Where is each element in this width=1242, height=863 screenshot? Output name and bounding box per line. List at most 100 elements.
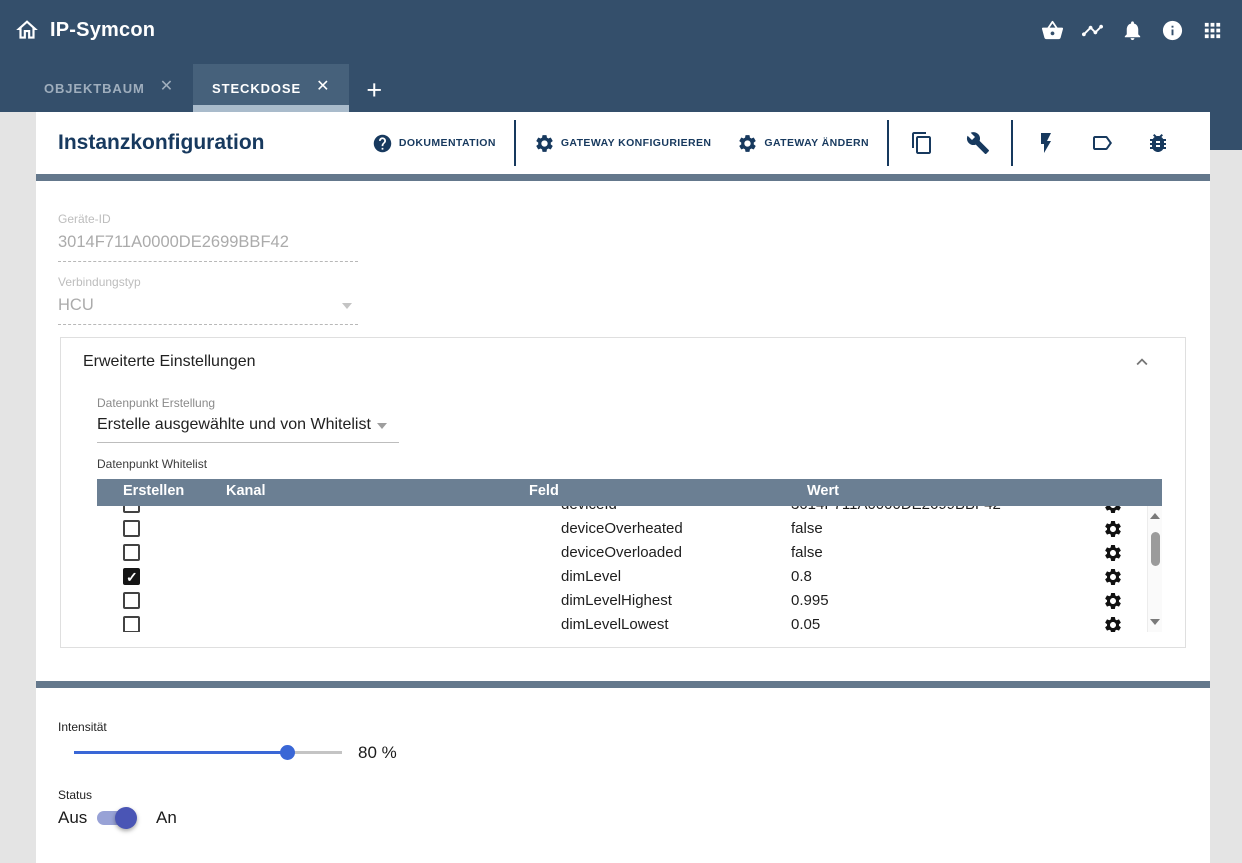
cell-wert: 3014F711A0000DE2699BBF42 [791,506,1001,513]
intensity-slider[interactable] [74,751,342,754]
toolbar-divider [514,120,516,166]
gear-icon[interactable] [1103,519,1123,539]
header-actions [1041,19,1224,42]
add-tab-button[interactable]: + [366,77,382,104]
col-kanal: Kanal [226,483,266,499]
chevron-up-icon[interactable] [1131,351,1153,373]
tab-label: STECKDOSE [212,81,301,96]
status-label: Status [58,788,92,802]
close-icon[interactable]: ✕ [160,79,174,97]
app-title: IP-Symcon [50,19,155,42]
gateway-change-label: GATEWAY ÄNDERN [764,137,869,149]
documentation-label: DOKUMENTATION [399,137,496,149]
app-header: IP-Symcon [0,0,1242,60]
toolbar-divider [1011,120,1013,166]
bug-icon[interactable] [1146,131,1170,155]
wrench-icon[interactable] [966,131,990,155]
close-icon[interactable]: ✕ [316,79,330,97]
documentation-button[interactable]: DOKUMENTATION [359,133,509,154]
connection-type-value: HCU [58,296,358,325]
intensity-value: 80 % [358,743,397,763]
table-body: deviceId 3014F711A0000DE2699BBF42 device… [97,506,1162,632]
cell-feld: deviceOverloaded [561,544,682,561]
main-content: Geräte-ID 3014F711A0000DE2699BBF42 Verbi… [36,181,1210,681]
ip-symcon-console: IP-Symcon OBJEKTBAUM ✕ STECKDOSE ✕ + Ins… [0,0,1242,863]
row-checkbox[interactable] [123,506,140,513]
datapoint-creation-value: Erstelle ausgewählte und von Whitelist [97,416,399,443]
table-row: dimLevelHighest 0.995 [97,589,1162,613]
info-icon[interactable] [1161,19,1184,42]
col-feld: Feld [529,483,559,499]
whitelist-label: Datenpunkt Whitelist [97,457,207,471]
device-id-label: Geräte-ID [58,212,358,226]
table-scrollbar[interactable] [1147,506,1162,632]
gateway-change-button[interactable]: GATEWAY ÄNDERN [724,133,882,154]
connection-type-label: Verbindungstyp [58,275,358,289]
cell-wert: false [791,520,823,537]
col-wert: Wert [807,483,839,499]
cell-wert: false [791,544,823,561]
cell-wert: 0.995 [791,592,829,609]
notifications-icon[interactable] [1121,19,1144,42]
panel-title: Erweiterte Einstellungen [83,353,256,371]
cell-feld: deviceId [561,506,617,513]
connection-type-field[interactable]: Verbindungstyp HCU [58,275,358,325]
tab-objektbaum[interactable]: OBJEKTBAUM ✕ [25,64,193,112]
scroll-down-icon[interactable] [1150,619,1160,625]
apps-grid-icon[interactable] [1201,19,1224,42]
cell-feld: dimLevelLowest [561,616,669,632]
toolbar-divider [887,120,889,166]
gear-icon [534,133,555,154]
scrollbar-thumb[interactable] [1151,532,1160,566]
whitelist-table: Erstellen Kanal Feld Wert deviceId 3014F… [97,479,1162,632]
gear-icon[interactable] [1103,543,1123,563]
status-toggle[interactable] [97,811,134,825]
gear-icon[interactable] [1103,591,1123,611]
shop-basket-icon[interactable] [1041,19,1064,42]
row-checkbox[interactable] [123,544,140,561]
intensity-label: Intensität [58,720,107,734]
row-checkbox[interactable] [123,520,140,537]
timeline-icon[interactable] [1081,19,1104,42]
scroll-up-icon[interactable] [1150,513,1160,519]
table-row: deviceId 3014F711A0000DE2699BBF42 [97,506,1162,517]
device-id-value: 3014F711A0000DE2699BBF42 [58,233,358,262]
cell-feld: dimLevel [561,568,621,585]
status-off-label: Aus [58,808,87,828]
row-checkbox[interactable] [123,568,140,585]
datapoint-creation-select[interactable]: Datenpunkt Erstellung Erstelle ausgewähl… [97,396,399,443]
page-title: Instanzkonfiguration [58,131,265,155]
chevron-down-icon [377,423,387,429]
home-icon[interactable] [14,17,40,43]
cell-feld: deviceOverheated [561,520,683,537]
cell-wert: 0.8 [791,568,812,585]
table-row: dimLevelLowest 0.05 [97,613,1162,632]
gear-icon[interactable] [1103,506,1123,515]
cell-wert: 0.05 [791,616,820,632]
row-checkbox[interactable] [123,592,140,609]
label-icon[interactable] [1090,131,1114,155]
table-row: dimLevel 0.8 [97,565,1162,589]
gear-icon[interactable] [1103,567,1123,587]
lightning-icon[interactable] [1034,131,1058,155]
slider-fill [74,751,288,754]
col-erstellen: Erstellen [123,483,184,499]
table-row: deviceOverloaded false [97,541,1162,565]
toolbar-actions: DOKUMENTATION GATEWAY KONFIGURIEREN GATE… [359,120,1210,166]
tab-label: OBJEKTBAUM [44,81,145,96]
status-on-label: An [156,808,177,828]
row-checkbox[interactable] [123,616,140,632]
section-divider [36,174,1210,181]
cell-feld: dimLevelHighest [561,592,672,609]
slider-thumb[interactable] [280,745,295,760]
device-id-field: Geräte-ID 3014F711A0000DE2699BBF42 [58,212,358,262]
gateway-configure-button[interactable]: GATEWAY KONFIGURIEREN [521,133,725,154]
tab-steckdose[interactable]: STECKDOSE ✕ [193,64,349,112]
gateway-configure-label: GATEWAY KONFIGURIEREN [561,137,712,149]
copy-icon[interactable] [910,131,934,155]
section-divider [36,681,1210,688]
chevron-down-icon [342,303,352,309]
gear-icon[interactable] [1103,615,1123,632]
instance-toolbar: Instanzkonfiguration DOKUMENTATION GATEW… [36,112,1210,174]
control-section: Intensität 80 % Status Aus An [36,688,1210,863]
